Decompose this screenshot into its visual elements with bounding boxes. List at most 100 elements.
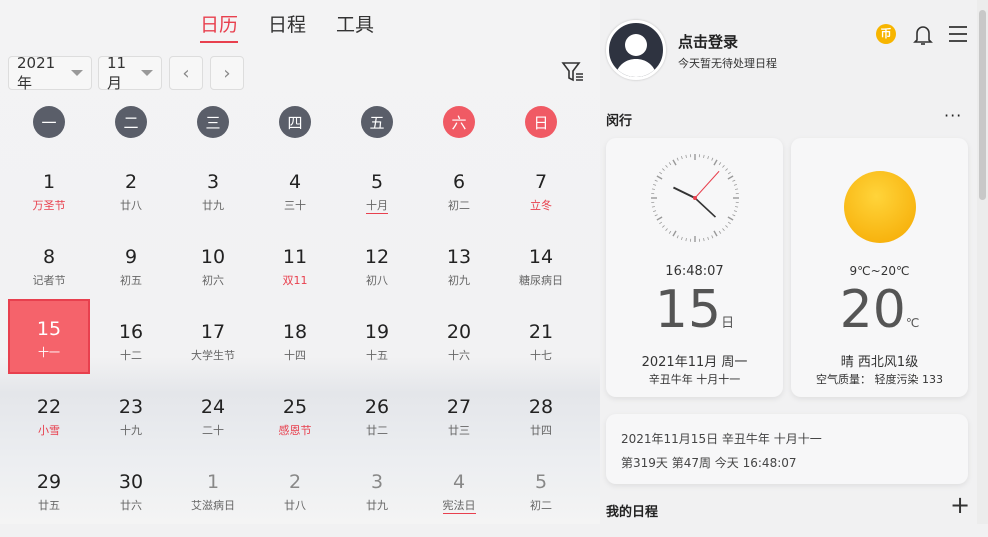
tab-tools[interactable]: 工具 [336,10,374,43]
day-cell[interactable]: 29廿五 [8,462,90,537]
day-number: 3 [172,170,254,194]
day-number: 15 [10,317,88,341]
scrollbar-thumb[interactable] [979,10,986,200]
prev-month-button[interactable]: ‹ [169,56,203,90]
day-cell[interactable]: 7 立冬 [500,162,582,237]
lunar-label: 廿九 [202,198,224,213]
month-value: 11月 [107,54,135,93]
day-number: 11 [254,245,336,269]
tab-schedule[interactable]: 日程 [268,10,306,43]
day-cell[interactable]: 19 十五 [336,312,418,387]
day-number: 1 [8,170,90,194]
sun-icon [844,171,916,243]
lunar-label: 十二 [120,348,142,363]
day-number: 7 [500,170,582,194]
day-number: 20 [418,320,500,344]
day-cell[interactable]: 18 十四 [254,312,336,387]
day-cell[interactable]: 1艾滋病日 [172,462,254,537]
menu-icon[interactable] [948,25,968,43]
add-schedule-icon[interactable]: + [950,493,970,517]
day-number: 16 [90,320,172,344]
day-cell[interactable]: 22小雪 [8,387,90,462]
day-cell[interactable]: 30 廿六 [90,462,172,537]
filter-icon[interactable] [561,60,585,84]
date-info-card: 2021年11月15日 辛丑牛年 十月十一 第319天 第47周 今天 16:4… [606,414,968,484]
weather-card[interactable]: 9℃~20℃ 20℃ 晴 西北风1级 空气质量： 轻度污染 133 [791,138,968,397]
lunar-label: 初二 [530,498,552,513]
day-cell[interactable]: 10初六 [172,237,254,312]
day-cell-today[interactable]: 15十一 [8,299,90,374]
day-cell[interactable]: 9初五 [90,237,172,312]
next-month-button[interactable]: › [210,56,244,90]
lunar-label: 初二 [448,198,470,213]
lunar-label: 十四 [284,348,306,363]
day-cell[interactable]: 2廿八 [90,162,172,237]
day-cell[interactable]: 21十七 [500,312,582,387]
bell-icon[interactable] [913,24,933,46]
day-cell[interactable]: 11双11 [254,237,336,312]
day-cell[interactable]: 6初二 [418,162,500,237]
day-cell[interactable]: 27廿三 [418,387,500,462]
lunar-label: 立冬 [530,198,552,213]
day-cell[interactable]: 12初八 [336,237,418,312]
more-icon[interactable]: ··· [944,106,962,125]
lunar-label: 十月 [366,198,388,214]
day-cell[interactable]: 20十六 [418,312,500,387]
day-cell[interactable]: 24二十 [172,387,254,462]
day-cell[interactable]: 5 初二 [500,462,582,537]
tab-calendar[interactable]: 日历 [200,10,238,43]
day-number: 30 [90,470,172,494]
day-number: 23 [90,395,172,419]
air-quality: 空气质量： 轻度污染 133 [791,371,968,387]
day-cell[interactable]: 17大学生节 [172,312,254,387]
weekday-5: 六 [443,106,475,138]
day-cell[interactable]: 28廿四 [500,387,582,462]
avatar[interactable] [606,20,666,80]
lunar-label: 廿六 [120,498,142,513]
my-schedule-title: 我的日程 [606,501,658,520]
day-number: 5 [500,470,582,494]
day-cell[interactable]: 25感恩节 [254,387,336,462]
day-cell[interactable]: 3 廿九 [172,162,254,237]
day-cell[interactable]: 3廿九 [336,462,418,537]
day-number: 18 [254,320,336,344]
day-number: 22 [8,395,90,419]
year-select[interactable]: 2021年 [8,56,92,90]
lunar-label: 初八 [366,273,388,288]
full-date: 2021年11月15日 辛丑牛年 十月十一 [621,430,822,447]
day-cell[interactable]: 14糖尿病日 [500,237,582,312]
day-number: 29 [8,470,90,494]
pending-text: 今天暂无待处理日程 [678,55,777,71]
login-link[interactable]: 点击登录 [678,31,738,52]
location-title: 闵行 [606,110,632,129]
temp-range: 9℃~20℃ [791,264,968,278]
day-cell[interactable]: 4宪法日 [418,462,500,537]
day-cell[interactable]: 26廿二 [336,387,418,462]
day-cell[interactable]: 1万圣节 [8,162,90,237]
lunar-text: 辛丑牛年 十月十一 [606,371,783,387]
day-number: 26 [336,395,418,419]
chevron-down-icon [71,70,83,76]
clock-time: 16:48:07 [606,264,783,279]
day-number: 28 [500,395,582,419]
lunar-label: 宪法日 [443,498,476,514]
lunar-label: 艾滋病日 [191,498,235,513]
weekday-3: 四 [279,106,311,138]
day-cell[interactable]: 16 十二 [90,312,172,387]
right-panel: 点击登录 今天暂无待处理日程 币 闵行 ··· 16:48:07 15日 202… [600,0,976,524]
lunar-label: 十五 [366,348,388,363]
day-cell[interactable]: 2廿八 [254,462,336,537]
coin-icon[interactable]: 币 [876,24,896,44]
day-number: 13 [418,245,500,269]
day-cell[interactable]: 23十九 [90,387,172,462]
clock-card: 16:48:07 15日 2021年11月 周一 辛丑牛年 十月十一 [606,138,783,397]
day-number: 8 [8,245,90,269]
day-number: 27 [418,395,500,419]
month-select[interactable]: 11月 [98,56,162,90]
weekday-4: 五 [361,106,393,138]
day-number: 10 [172,245,254,269]
day-cell[interactable]: 13初九 [418,237,500,312]
day-cell[interactable]: 4三十 [254,162,336,237]
day-number: 19 [336,320,418,344]
day-cell[interactable]: 5十月 [336,162,418,237]
